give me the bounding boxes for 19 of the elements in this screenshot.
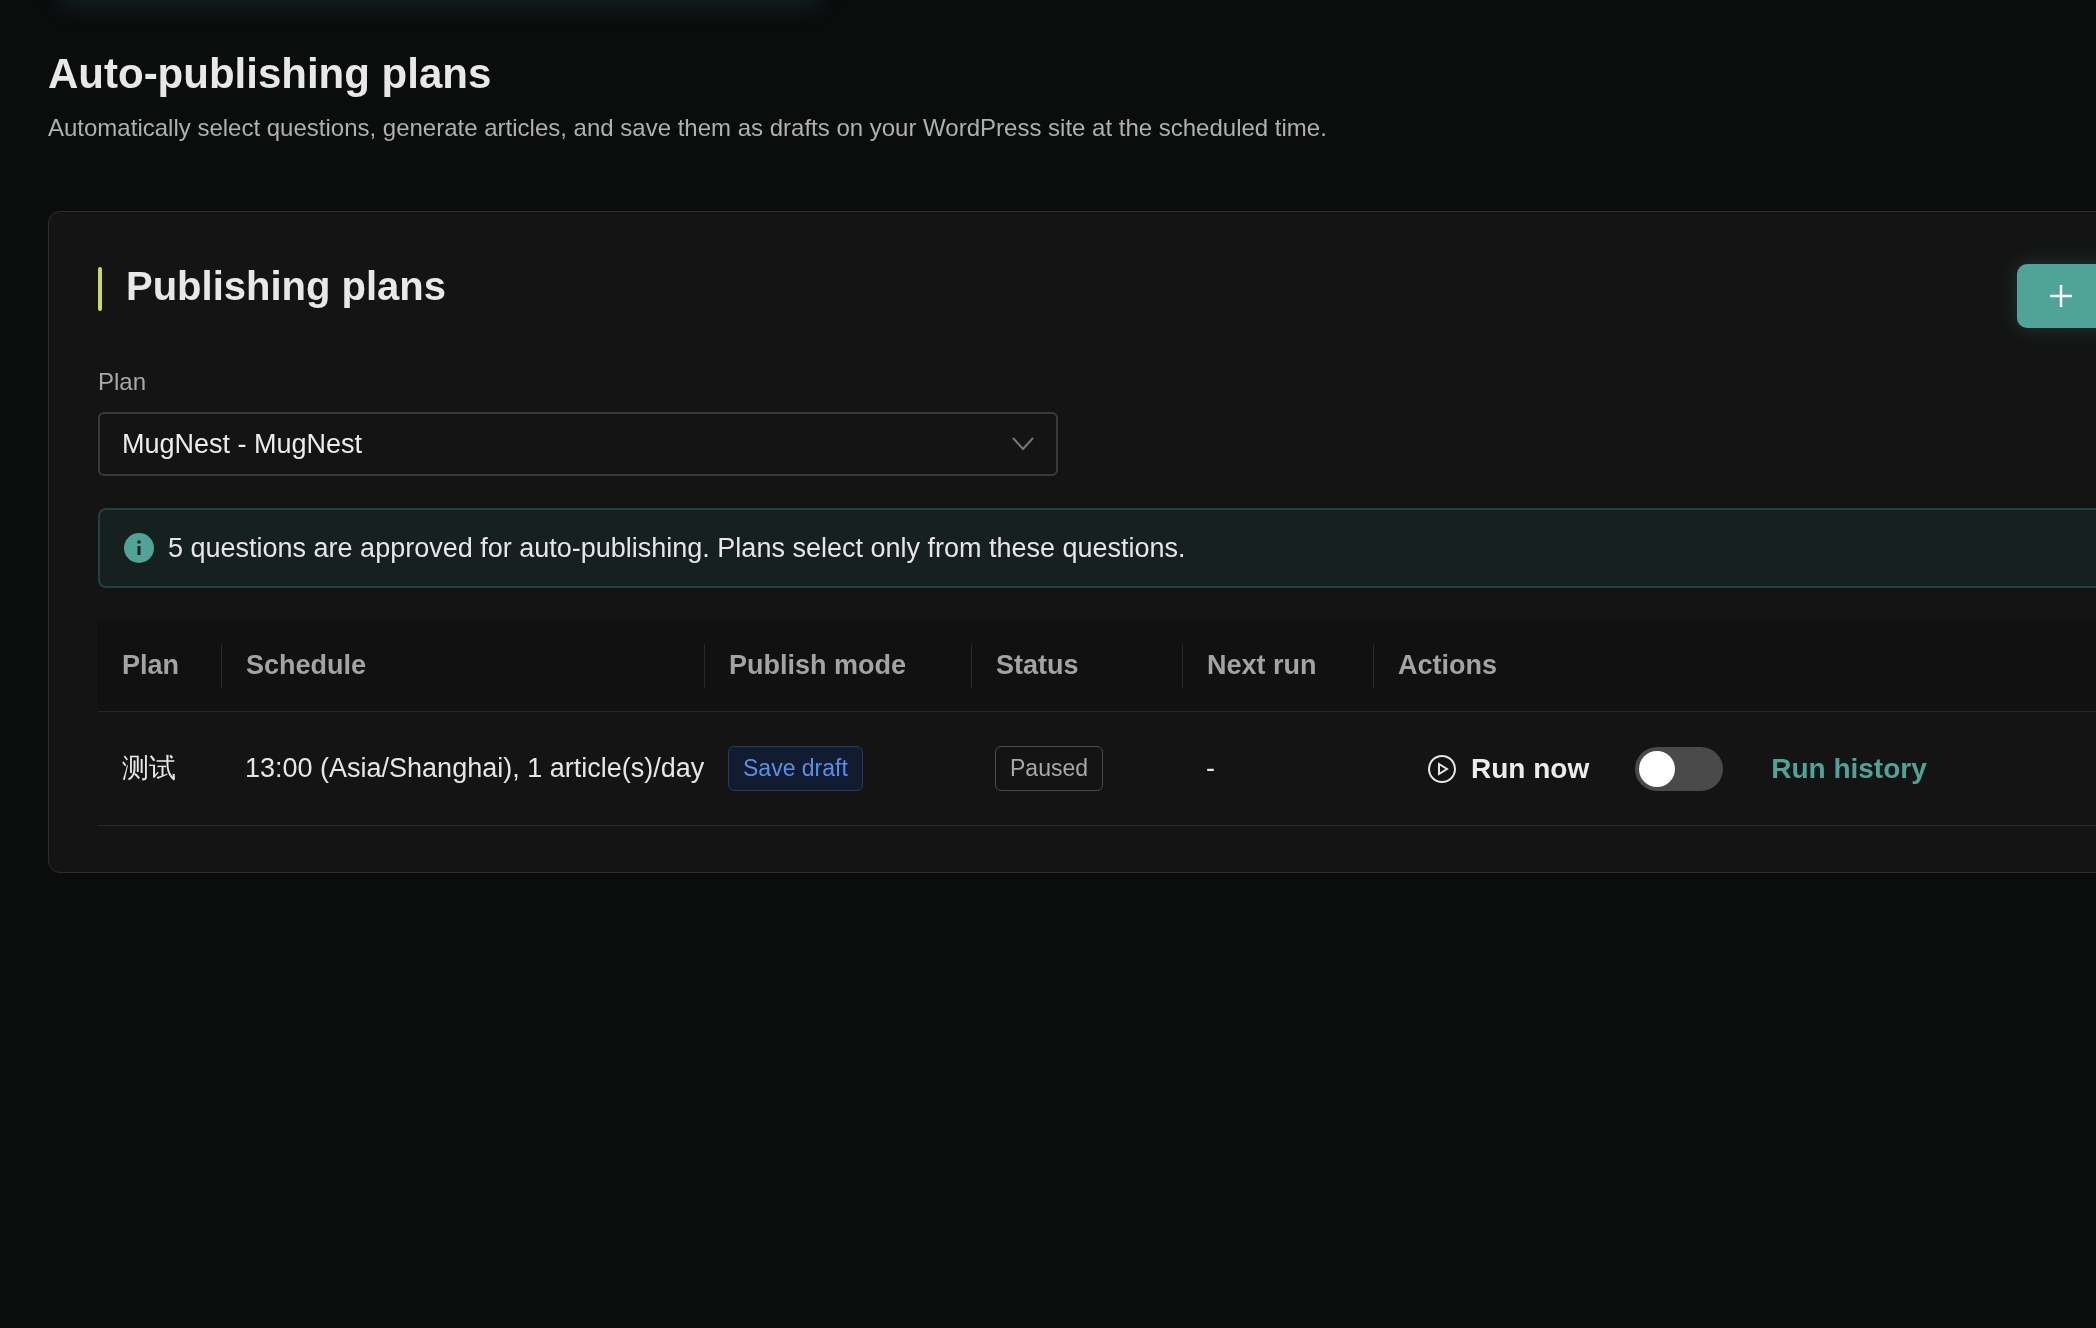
status-badge: Paused [995, 746, 1103, 791]
page-title: Auto-publishing plans [48, 49, 492, 99]
column-header: Actions [1398, 649, 1497, 683]
column-header: Schedule [246, 649, 367, 683]
column-header: Plan [122, 649, 180, 683]
page-subtitle: Automatically select questions, generate articles, and save them as drafts on your WordPress site at the scheduled time. [48, 113, 1327, 143]
notice-text: 5 questions are approved for auto-publishing. Plans select only from these questions. [168, 531, 1186, 565]
field-label: Plan [98, 367, 147, 397]
card-title: Publishing plans [126, 262, 447, 310]
table-cell: 测试 [122, 753, 176, 784]
column-header: Status [996, 649, 1079, 683]
column-header: Publish mode [729, 649, 907, 683]
column-header: Next run [1207, 649, 1317, 683]
run-history-link[interactable]: Run history [1771, 747, 1927, 790]
mode-badge: Save draft [728, 746, 863, 791]
plan-select[interactable]: MugNest - MugNest [98, 412, 1058, 476]
table-cell: 13:00 (Asia/Shanghai), 1 article(s)/day [245, 753, 705, 784]
run-now-button[interactable]: Run now [1427, 747, 1590, 790]
table-cell: - [1206, 753, 1215, 784]
